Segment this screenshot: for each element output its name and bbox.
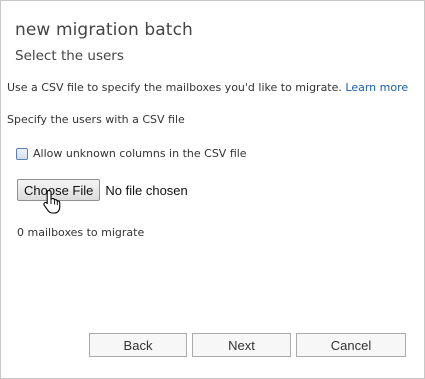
csv-description: Use a CSV file to specify the mailboxes … [7,81,408,94]
specify-users-label: Specify the users with a CSV file [7,113,185,126]
dialog-title: new migration batch [15,20,193,40]
cancel-button[interactable]: Cancel [296,333,406,357]
dialog-subtitle: Select the users [15,48,124,64]
next-button[interactable]: Next [192,333,291,357]
allow-unknown-columns-option[interactable]: Allow unknown columns in the CSV file [16,147,247,160]
learn-more-link[interactable]: Learn more [345,81,408,94]
hand-pointer-cursor-icon [43,189,61,214]
allow-unknown-columns-checkbox[interactable] [16,147,28,160]
csv-description-text: Use a CSV file to specify the mailboxes … [7,81,342,94]
file-status-text: No file chosen [105,182,188,198]
migration-dialog: new migration batch Select the users Use… [0,0,425,379]
allow-unknown-columns-label: Allow unknown columns in the CSV file [33,147,247,160]
mailbox-count: 0 mailboxes to migrate [17,226,145,239]
back-button[interactable]: Back [89,333,187,357]
